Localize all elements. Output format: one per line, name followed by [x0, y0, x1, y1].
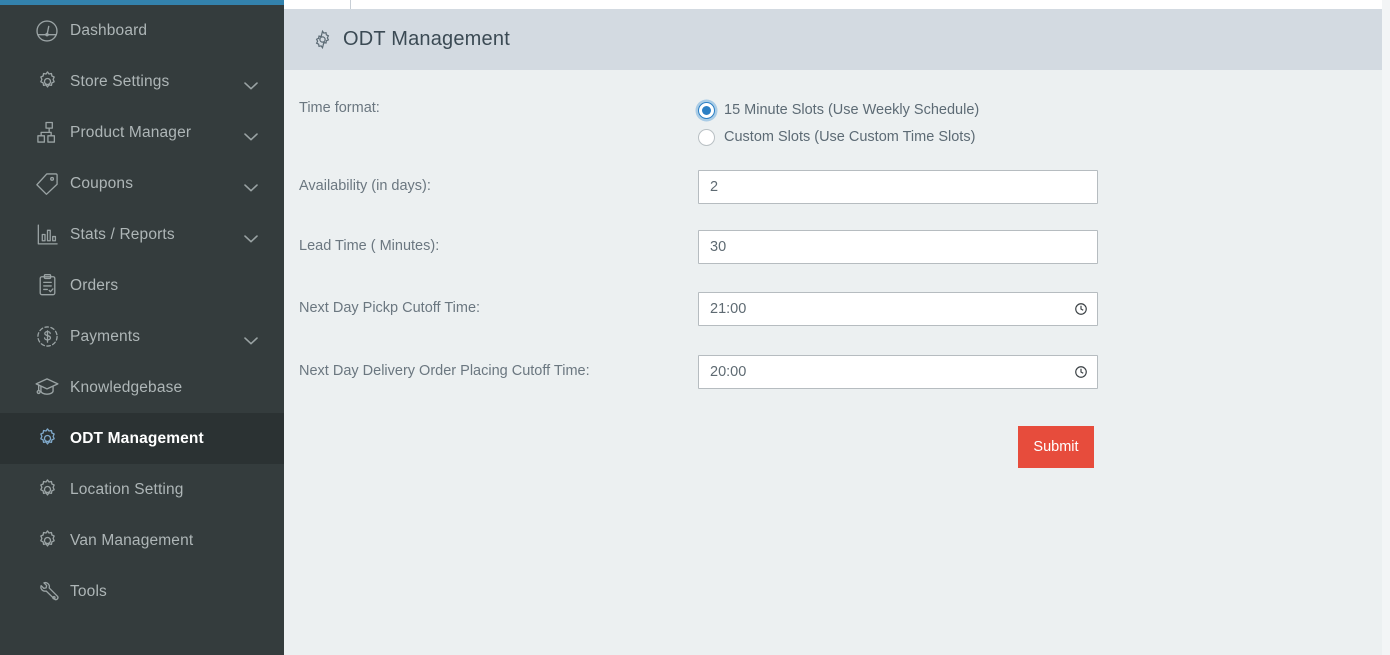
radio-option-custom-slots[interactable]: Custom Slots (Use Custom Time Slots) — [698, 126, 979, 148]
app-root: Dashboard Store Settings Product Manager Co… — [0, 0, 1390, 655]
sidebar-item-label: Stats / Reports — [70, 225, 175, 243]
pickup-cutoff-label: Next Day Pickp Cutoff Time: — [299, 300, 481, 316]
gear-icon — [32, 526, 62, 556]
submit-button[interactable]: Submit — [1018, 426, 1094, 468]
sidebar-item-label: Payments — [70, 327, 141, 345]
sidebar-item-label: Knowledgebase — [70, 378, 183, 396]
sidebar-item-coupons[interactable]: Coupons — [0, 158, 284, 209]
sidebar-item-knowledgebase[interactable]: Knowledgebase — [0, 362, 284, 413]
sidebar-item-tools[interactable]: Tools — [0, 566, 284, 617]
sidebar-item-orders[interactable]: Orders — [0, 260, 284, 311]
radio-custom-slots-label: Custom Slots (Use Custom Time Slots) — [724, 129, 976, 145]
graduation-cap-icon — [32, 373, 62, 403]
odt-settings-form: Time format: 15 Minute Slots (Use Weekly… — [284, 70, 1382, 655]
page-scrollbar[interactable] — [1382, 0, 1390, 655]
delivery-cutoff-input[interactable] — [698, 355, 1098, 389]
delivery-cutoff-field-wrap — [698, 355, 1098, 389]
lead-time-label: Lead Time ( Minutes): — [299, 238, 440, 254]
time-format-radio-group: 15 Minute Slots (Use Weekly Schedule) Cu… — [698, 99, 979, 153]
submit-wrap: Submit — [1018, 426, 1094, 468]
sidebar-nav: Dashboard Store Settings Product Manager Co… — [0, 5, 284, 617]
sidebar-item-dashboard[interactable]: Dashboard — [0, 5, 284, 56]
gear-icon — [32, 424, 62, 454]
availability-label: Availability (in days): — [299, 178, 431, 194]
delivery-cutoff-label: Next Day Delivery Order Placing Cutoff T… — [299, 363, 590, 379]
sidebar-item-label: Store Settings — [70, 72, 170, 90]
delivery-cutoff-time-wrap — [698, 355, 1098, 389]
time-format-label: Time format: — [299, 100, 380, 116]
availability-field-wrap — [698, 170, 1098, 204]
bar-chart-icon — [32, 220, 62, 250]
sidebar-item-label: ODT Management — [70, 429, 204, 447]
lead-time-input[interactable] — [698, 230, 1098, 264]
wrench-icon — [32, 577, 62, 607]
content-area: ODT Management Time format: 15 Minute Sl… — [284, 0, 1382, 655]
pickup-cutoff-time-wrap — [698, 292, 1098, 326]
sidebar-item-odt-management[interactable]: ODT Management — [0, 413, 284, 464]
sidebar-item-store-settings[interactable]: Store Settings — [0, 56, 284, 107]
radio-weekly-schedule-label: 15 Minute Slots (Use Weekly Schedule) — [724, 102, 980, 118]
sidebar-item-label: Coupons — [70, 174, 134, 192]
sidebar-item-product-manager[interactable]: Product Manager — [0, 107, 284, 158]
pickup-cutoff-field-wrap — [698, 292, 1098, 326]
radio-weekly-schedule-input[interactable] — [698, 101, 715, 119]
chevron-down-icon[interactable] — [244, 332, 258, 344]
chevron-down-icon[interactable] — [244, 128, 258, 140]
lead-time-field-wrap — [698, 230, 1098, 264]
chevron-down-icon[interactable] — [244, 230, 258, 242]
sidebar-item-location-setting[interactable]: Location Setting — [0, 464, 284, 515]
sidebar-item-label: Tools — [70, 582, 107, 600]
gear-icon — [311, 29, 333, 51]
pickup-cutoff-input[interactable] — [698, 292, 1098, 326]
availability-input[interactable] — [698, 170, 1098, 204]
gear-icon — [32, 475, 62, 505]
browser-chrome-strip — [284, 0, 1382, 9]
sidebar-item-label: Product Manager — [70, 123, 192, 141]
radio-custom-slots-input[interactable] — [698, 128, 715, 146]
sidebar-item-label: Dashboard — [70, 21, 148, 39]
sidebar-item-label: Location Setting — [70, 480, 184, 498]
page-title: ODT Management — [343, 28, 510, 50]
sidebar-item-payments[interactable]: Payments — [0, 311, 284, 362]
sidebar-item-label: Orders — [70, 276, 119, 294]
sidebar-item-van-management[interactable]: Van Management — [0, 515, 284, 566]
tab-edge-divider — [350, 0, 351, 9]
radio-option-weekly-schedule[interactable]: 15 Minute Slots (Use Weekly Schedule) — [698, 99, 979, 121]
dollar-circle-icon — [32, 322, 62, 352]
tag-icon — [32, 169, 62, 199]
sidebar: Dashboard Store Settings Product Manager Co… — [0, 0, 284, 655]
dashboard-gauge-icon — [32, 16, 62, 46]
blocks-icon — [32, 118, 62, 148]
page-header: ODT Management — [284, 9, 1382, 70]
sidebar-item-label: Van Management — [70, 531, 194, 549]
chevron-down-icon[interactable] — [244, 77, 258, 89]
clipboard-icon — [32, 271, 62, 301]
sidebar-item-stats-reports[interactable]: Stats / Reports — [0, 209, 284, 260]
chevron-down-icon[interactable] — [244, 179, 258, 191]
gear-icon — [32, 67, 62, 97]
